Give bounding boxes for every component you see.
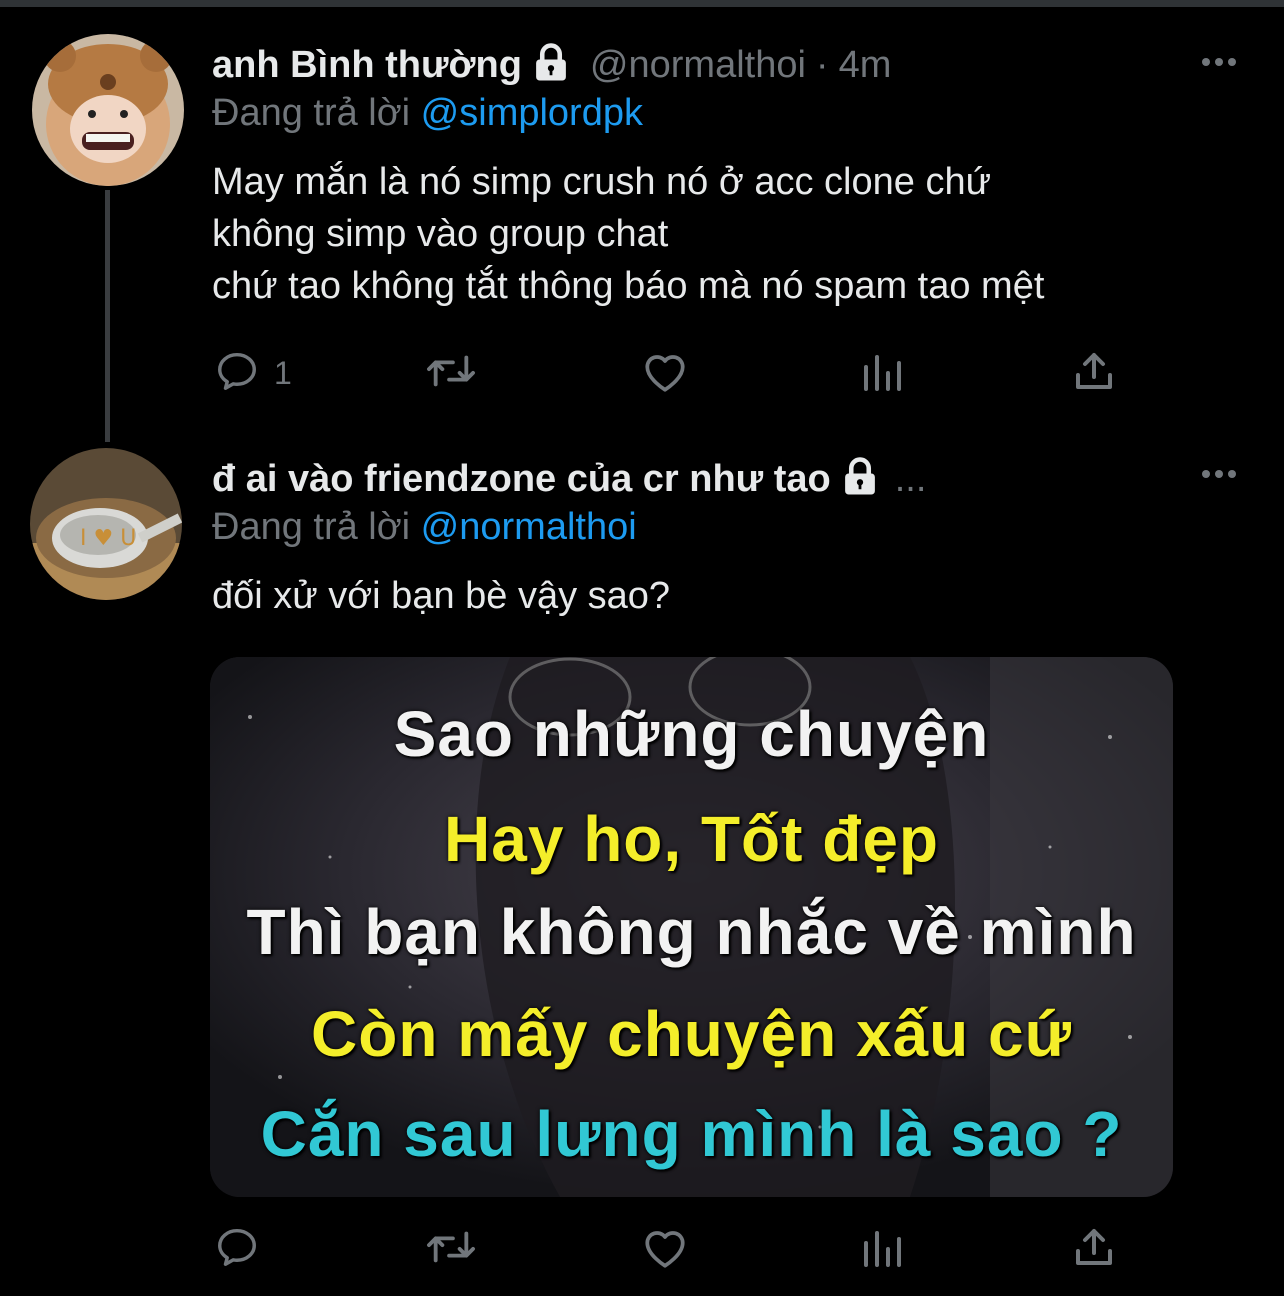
reply-count: 1 [274,355,292,391]
image-caption-line: Sao những chuyện [393,698,990,770]
replying-to: Đang trả lời @normalthoi [212,506,637,549]
lock-icon [839,456,881,503]
tweet-image[interactable]: Sao những chuyện Hay ho, Tốt đẹp Thì bạn… [210,657,1173,1197]
svg-text:I ♥ U: I ♥ U [80,526,136,551]
share-button[interactable] [1072,1224,1116,1275]
analytics-button[interactable] [860,1224,904,1275]
image-caption-line: Hay ho, Tốt đẹp [444,803,939,875]
reply-button[interactable] [214,1224,260,1275]
image-caption-line: Còn mấy chuyện xấu cứ [311,998,1072,1070]
display-name[interactable]: đ ai vào friendzone của cr như tao [212,458,831,501]
tweet-text-line: chứ tao không tắt thông báo mà nó spam t… [212,265,1045,307]
tweet-text-line: không simp vào group chat [212,213,669,255]
replying-to: Đang trả lời @simplordpk [212,92,643,135]
like-button[interactable] [640,348,690,399]
retweet-icon [424,348,478,399]
replying-to-label: Đang trả lời [212,506,411,548]
truncation-ellipsis: ... [894,458,927,500]
analytics-icon [860,1224,904,1275]
tweet-text: đối xử với bạn bè vậy sao? [212,575,671,617]
image-caption-line: Thì bạn không nhắc về mình [246,896,1137,968]
thread-connector-line [105,190,110,442]
retweet-button[interactable] [424,1224,478,1275]
avatar[interactable] [32,34,184,186]
replying-to-mention[interactable]: @simplordpk [421,92,643,134]
avatar[interactable]: I ♥ U [30,448,182,600]
retweet-icon [424,1224,478,1275]
lock-icon [530,42,572,89]
tweet-text: May mắn là nó simp crush nó ở acc clone … [212,156,1044,312]
like-icon [640,348,690,399]
tweet-actions: 1 [214,348,1114,398]
replying-to-label: Đang trả lời [212,92,411,134]
like-button[interactable] [640,1224,690,1275]
tweet-actions [214,1224,1114,1274]
separator-dot: · [815,44,829,86]
more-icon[interactable] [1202,58,1236,66]
username-handle[interactable]: @normalthoi [590,44,806,87]
more-icon[interactable] [1202,470,1236,478]
timestamp[interactable]: 4m [839,44,892,87]
like-icon [640,1224,690,1275]
reply-icon [214,1224,260,1275]
top-divider [0,0,1284,7]
tweet-header: đ ai vào friendzone của cr như tao ... [212,456,926,503]
share-icon [1072,348,1116,399]
retweet-button[interactable] [424,348,478,399]
reply-icon [214,348,260,399]
reply-button[interactable]: 1 [214,348,292,399]
share-icon [1072,1224,1116,1275]
replying-to-mention[interactable]: @normalthoi [421,506,637,548]
image-caption-line: Cắn sau lưng mình là sao ? [260,1098,1123,1170]
analytics-button[interactable] [860,348,904,399]
tweet-header: anh Bình thường @normalthoi · 4m [212,42,891,89]
tweet-text-line: May mắn là nó simp crush nó ở acc clone … [212,161,992,203]
analytics-icon [860,348,904,399]
display-name[interactable]: anh Bình thường [212,44,522,87]
share-button[interactable] [1072,348,1116,399]
